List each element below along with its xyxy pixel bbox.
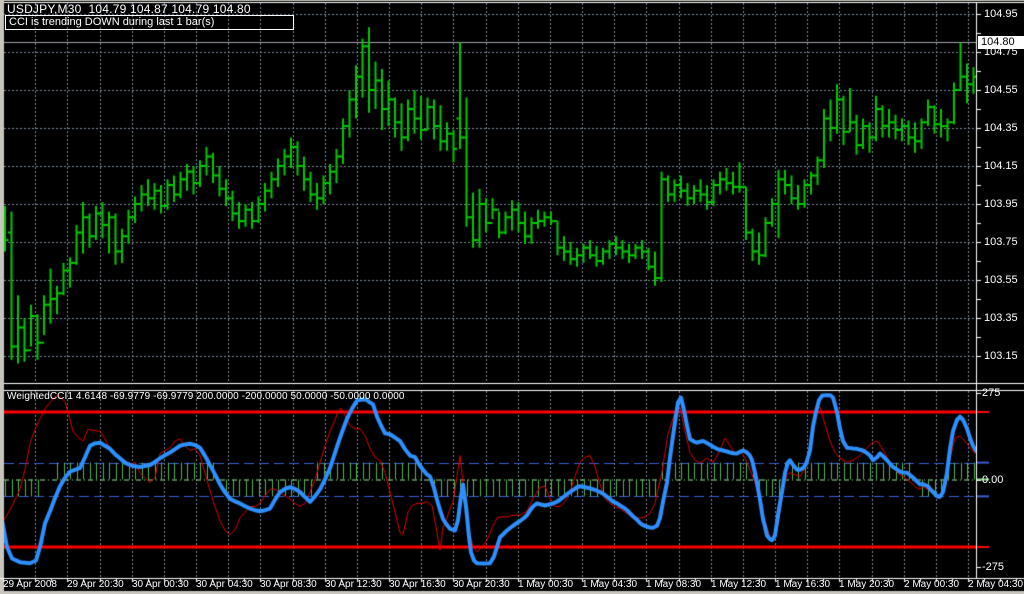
time-axis-label: 1 May 20:30 xyxy=(839,579,894,591)
price-axis[interactable]: 104.95104.75104.55104.35104.15103.95103.… xyxy=(976,0,1024,384)
time-axis-label: 1 May 08:30 xyxy=(646,579,701,591)
chart-window: USDJPY,M30 104.79 104.87 104.79 104.80 C… xyxy=(0,0,1024,594)
price-axis-label: 104.95 xyxy=(984,8,1018,20)
indicator-axis-label: -275 xyxy=(982,561,1004,573)
indicator-parameters-label: WeightedCCI1 4.6148 -69.9779 -69.9779 20… xyxy=(7,391,405,402)
price-axis-label: 103.55 xyxy=(984,274,1018,286)
price-axis-label: 104.55 xyxy=(984,84,1018,96)
price-axis-label: 104.35 xyxy=(984,122,1018,134)
time-axis-label: 30 Apr 04:30 xyxy=(196,579,253,591)
cci-alert-text: CCI is trending DOWN during last 1 bar(s… xyxy=(9,16,214,29)
time-axis-label: 30 Apr 12:30 xyxy=(325,579,382,591)
price-axis-label: 103.15 xyxy=(984,350,1018,362)
price-axis-label: 104.15 xyxy=(984,160,1018,172)
price-axis-label: 103.35 xyxy=(984,312,1018,324)
indicator-axis-label: 0.00 xyxy=(982,474,1003,486)
time-axis-label: 2 May 04:30 xyxy=(968,579,1023,591)
time-axis-label: 1 May 04:30 xyxy=(582,579,637,591)
price-axis-label: 103.95 xyxy=(984,198,1018,210)
time-axis-label: 1 May 00:30 xyxy=(518,579,573,591)
time-axis-label: 29 Apr 20:30 xyxy=(67,579,124,591)
time-axis-label: 30 Apr 20:30 xyxy=(453,579,510,591)
cci-alert-box: CCI is trending DOWN during last 1 bar(s… xyxy=(5,15,294,30)
time-axis-label: 1 May 12:30 xyxy=(711,579,766,591)
chart-title: USDJPY,M30 104.79 104.87 104.79 104.80 xyxy=(7,2,251,16)
current-price-label: 104.80 xyxy=(978,36,1024,49)
time-axis-label: 1 May 16:30 xyxy=(775,579,830,591)
time-axis-label: 30 Apr 00:30 xyxy=(132,579,189,591)
time-axis-label: 30 Apr 08:30 xyxy=(260,579,317,591)
price-axis-label: 103.75 xyxy=(984,236,1018,248)
indicator-axis-label: 275 xyxy=(982,387,1000,399)
time-axis-label: 2 May 00:30 xyxy=(904,579,959,591)
time-axis[interactable]: 29 Apr 2008 29 Apr 20:30 30 Apr 00:30 30 Ap… xyxy=(0,578,1024,594)
time-axis-label: 29 Apr 2008 xyxy=(3,579,57,591)
main-chart-canvas[interactable] xyxy=(0,0,1024,594)
time-axis-label: 30 Apr 16:30 xyxy=(389,579,446,591)
indicator-axis[interactable]: 275 0.00 -275 xyxy=(976,384,1024,578)
